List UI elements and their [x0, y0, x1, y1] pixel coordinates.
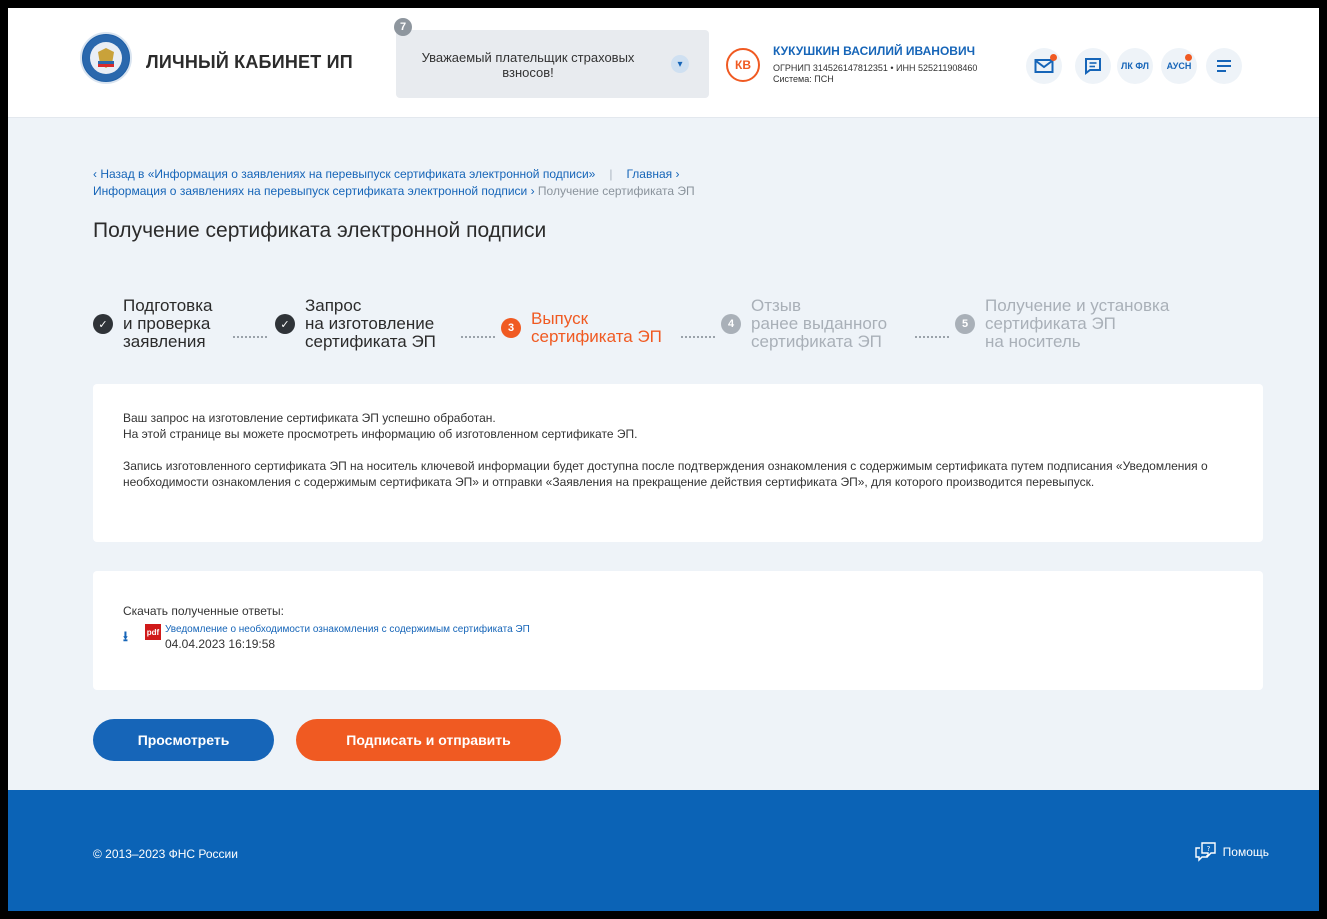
step-number: 3 — [501, 318, 521, 338]
ausn-button[interactable]: АУСН — [1161, 48, 1197, 84]
step-label: Подготовка и проверка заявления — [123, 296, 213, 351]
step-label: Отзыв ранее выданного сертификата ЭП — [751, 296, 888, 351]
sign-and-send-button[interactable]: Подписать и отправить — [296, 719, 561, 761]
app-title[interactable]: ЛИЧНЫЙ КАБИНЕТ ИП — [146, 52, 353, 73]
downloads-card: Скачать полученные ответы: ⭳ pdf Уведомл… — [93, 571, 1263, 690]
view-button[interactable]: Просмотреть — [93, 719, 274, 761]
menu-button[interactable] — [1206, 48, 1242, 84]
help-chat-icon: ? — [1194, 842, 1216, 862]
emblem-icon — [83, 35, 129, 81]
copyright: © 2013–2023 ФНС России — [93, 847, 238, 861]
list-item: ⭳ pdf Уведомление о необходимости ознако… — [123, 624, 1233, 651]
step-label: Выпуск сертификата ЭП — [531, 309, 662, 346]
downloads-title: Скачать полученные ответы: — [123, 604, 284, 618]
chat-button[interactable] — [1075, 48, 1111, 84]
ausn-notification-dot — [1185, 54, 1192, 61]
step-2: ✓ Запрос на изготовление сертификата ЭП — [275, 297, 436, 351]
avatar[interactable]: КВ — [726, 48, 760, 82]
stepper: ✓ Подготовка и проверка заявления ✓ Запр… — [93, 297, 1273, 385]
info-card: Ваш запрос на изготовление сертификата Э… — [93, 384, 1263, 542]
notice-dropdown[interactable]: 7 Уважаемый плательщик страховых взносов… — [394, 18, 709, 98]
breadcrumb-chevron-icon: › — [672, 167, 680, 181]
download-icon[interactable]: ⭳ — [123, 626, 128, 650]
footer: © 2013–2023 ФНС России ? Помощь — [8, 790, 1319, 911]
breadcrumb-parent[interactable]: Информация о заявлениях на перевыпуск се… — [93, 184, 527, 198]
help-label: Помощь — [1222, 845, 1269, 859]
mail-unread-dot — [1050, 54, 1057, 61]
header: ЛИЧНЫЙ КАБИНЕТ ИП 7 Уважаемый плательщик… — [8, 8, 1319, 118]
fns-logo[interactable] — [80, 32, 132, 84]
check-icon: ✓ — [275, 314, 295, 334]
notice-text: Уважаемый плательщик страховых взносов! — [421, 50, 635, 80]
step-1: ✓ Подготовка и проверка заявления — [93, 297, 212, 351]
notice-count-badge: 7 — [394, 18, 412, 36]
ausn-label: АУСН — [1166, 61, 1192, 71]
download-link[interactable]: Уведомление о необходимости ознакомления… — [165, 624, 1233, 635]
help-link[interactable]: ? Помощь — [1194, 842, 1269, 862]
breadcrumb: ‹ Назад в «Информация о заявлениях на пе… — [93, 166, 695, 200]
breadcrumb-home[interactable]: Главная — [626, 167, 672, 181]
lk-fl-button[interactable]: ЛК ФЛ — [1117, 48, 1153, 84]
step-connector — [915, 336, 949, 338]
hamburger-icon — [1217, 60, 1231, 72]
page-title: Получение сертификата электронной подпис… — [93, 219, 547, 242]
step-connector — [681, 336, 715, 338]
back-link[interactable]: ‹ Назад в «Информация о заявлениях на пе… — [93, 167, 595, 181]
pdf-icon: pdf — [145, 624, 161, 640]
svg-text:?: ? — [1206, 845, 1210, 853]
mail-button[interactable] — [1026, 48, 1062, 84]
step-connector — [233, 336, 267, 338]
step-number: 4 — [721, 314, 741, 334]
step-5: 5 Получение и установка сертификата ЭП н… — [955, 297, 1169, 351]
breadcrumb-divider: | — [609, 167, 613, 181]
step-label: Запрос на изготовление сертификата ЭП — [305, 296, 436, 351]
breadcrumb-current: Получение сертификата ЭП — [537, 184, 695, 198]
info-paragraph: Запись изготовленного сертификата ЭП на … — [123, 459, 1208, 489]
download-date: 04.04.2023 16:19:58 — [165, 637, 276, 651]
user-name[interactable]: КУКУШКИН ВАСИЛИЙ ИВАНОВИЧ — [773, 44, 975, 58]
info-line-2: На этой странице вы можете просмотреть и… — [123, 427, 638, 441]
step-number: 5 — [955, 314, 975, 334]
page-frame: ЛИЧНЫЙ КАБИНЕТ ИП 7 Уважаемый плательщик… — [8, 8, 1319, 911]
chat-icon — [1085, 58, 1101, 75]
chevron-down-icon[interactable]: ▾ — [671, 55, 689, 73]
step-connector — [461, 336, 495, 338]
step-3: 3 Выпуск сертификата ЭП — [501, 310, 662, 346]
user-system: Система: ПСН — [773, 74, 834, 84]
step-label: Получение и установка сертификата ЭП на … — [985, 296, 1170, 351]
step-4: 4 Отзыв ранее выданного сертификата ЭП — [721, 297, 887, 351]
check-icon: ✓ — [93, 314, 113, 334]
user-ids: ОГРНИП 314526147812351 • ИНН 52521190846… — [773, 63, 978, 73]
info-line-1: Ваш запрос на изготовление сертификата Э… — [123, 411, 496, 425]
breadcrumb-chevron-icon: › — [527, 184, 538, 198]
